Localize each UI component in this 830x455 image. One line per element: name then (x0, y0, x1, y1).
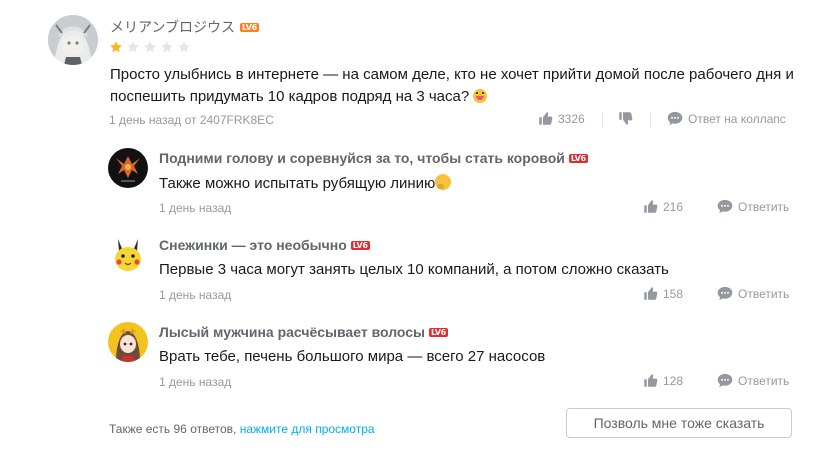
reply-username[interactable]: Снежинки — это необычно (159, 237, 347, 253)
reply-reply-button[interactable]: Ответить (717, 199, 789, 214)
reply-time: 1 день назад (159, 201, 232, 215)
like-count: 3326 (558, 111, 585, 126)
comment-bubble-icon (667, 111, 683, 126)
reply-author: Подними голову и соревнуйся за то, чтобы… (159, 150, 588, 166)
main-comment-username[interactable]: メリアンブロジウス (110, 17, 235, 37)
reply-avatar[interactable] (108, 235, 148, 275)
level-badge: LV6 (240, 22, 259, 32)
comment-bubble-icon (717, 199, 733, 214)
thumbs-down-icon (618, 111, 633, 126)
star-empty-icon (126, 40, 140, 54)
reply-username[interactable]: Лысый мужчина расчёсывает волосы (159, 324, 425, 340)
main-like-button[interactable]: 3326 (538, 111, 585, 126)
reply-reply-button[interactable]: Ответить (717, 373, 789, 388)
more-replies-count: Также есть 96 ответов, (109, 422, 237, 436)
main-dislike-button[interactable] (618, 111, 633, 126)
reply-label: Ответить (738, 373, 790, 388)
thumbs-up-icon (643, 199, 658, 214)
more-replies-text: Также есть 96 ответов, нажмите для просм… (109, 422, 375, 436)
reply-text: Врать тебе, печень большого мира — всего… (159, 348, 545, 365)
reply-body: Также можно испытать рубящую линию (159, 175, 436, 192)
reply-reply-button[interactable]: Ответить (717, 286, 789, 301)
thumbs-up-icon (643, 286, 658, 301)
view-more-replies-link[interactable]: нажмите для просмотра (240, 422, 375, 436)
reply-label: Ответить (738, 199, 790, 214)
star-empty-icon (177, 40, 191, 54)
reply-like-button[interactable]: 216 (643, 199, 683, 214)
main-reply-button[interactable]: Ответ на коллапс (667, 111, 786, 126)
thinking-face-emoji-icon (435, 174, 452, 190)
reply-time: 1 день назад (159, 375, 232, 389)
main-comment-body: Просто улыбнись в интернете — на самом д… (110, 66, 794, 105)
reply-author: Снежинки — это необычно LV6 (159, 237, 370, 253)
comment-bubble-icon (717, 286, 733, 301)
reply-label: Ответить (738, 286, 790, 301)
star-empty-icon (160, 40, 174, 54)
like-count: 216 (663, 199, 684, 214)
thumbs-up-icon (643, 373, 658, 388)
reply-avatar[interactable] (108, 322, 148, 362)
grinning-face-emoji-icon (473, 89, 488, 103)
reply-text: Первые 3 часа могут занять целых 10 комп… (159, 261, 669, 278)
level-badge: LV6 (568, 153, 588, 163)
like-count: 128 (663, 373, 684, 388)
write-reply-button[interactable]: Позволь мне тоже сказать (566, 408, 792, 438)
reply-avatar[interactable] (108, 148, 148, 188)
star-empty-icon (143, 40, 157, 54)
star-filled-icon (109, 40, 123, 54)
comment-bubble-icon (717, 373, 733, 388)
like-count: 158 (663, 286, 684, 301)
reply-label: Ответ на коллапс (688, 111, 786, 126)
main-comment-meta: 1 день назад от 2407FRK8EC (109, 113, 274, 127)
level-badge: LV6 (429, 327, 448, 337)
rating-stars (109, 40, 191, 54)
thumbs-up-icon (538, 111, 553, 126)
reply-author: Лысый мужчина расчёсывает волосы LV6 (159, 324, 448, 340)
action-divider (602, 113, 603, 127)
reply-like-button[interactable]: 128 (643, 373, 683, 388)
main-comment-avatar[interactable] (48, 15, 98, 65)
action-divider (650, 113, 651, 127)
reply-text: Также можно испытать рубящую линию (159, 174, 452, 192)
reply-body: Врать тебе, печень большого мира — всего… (159, 348, 546, 365)
reply-like-button[interactable]: 158 (643, 286, 683, 301)
reply-time: 1 день назад (159, 288, 232, 302)
main-comment-text: Просто улыбнись в интернете — на самом д… (110, 64, 800, 108)
reply-body: Первые 3 часа могут занять целых 10 комп… (159, 261, 669, 278)
main-comment-author: メリアンブロジウス LV6 (110, 17, 259, 37)
level-badge: LV6 (350, 240, 370, 250)
reply-username[interactable]: Подними голову и соревнуйся за то, чтобы… (159, 150, 565, 166)
